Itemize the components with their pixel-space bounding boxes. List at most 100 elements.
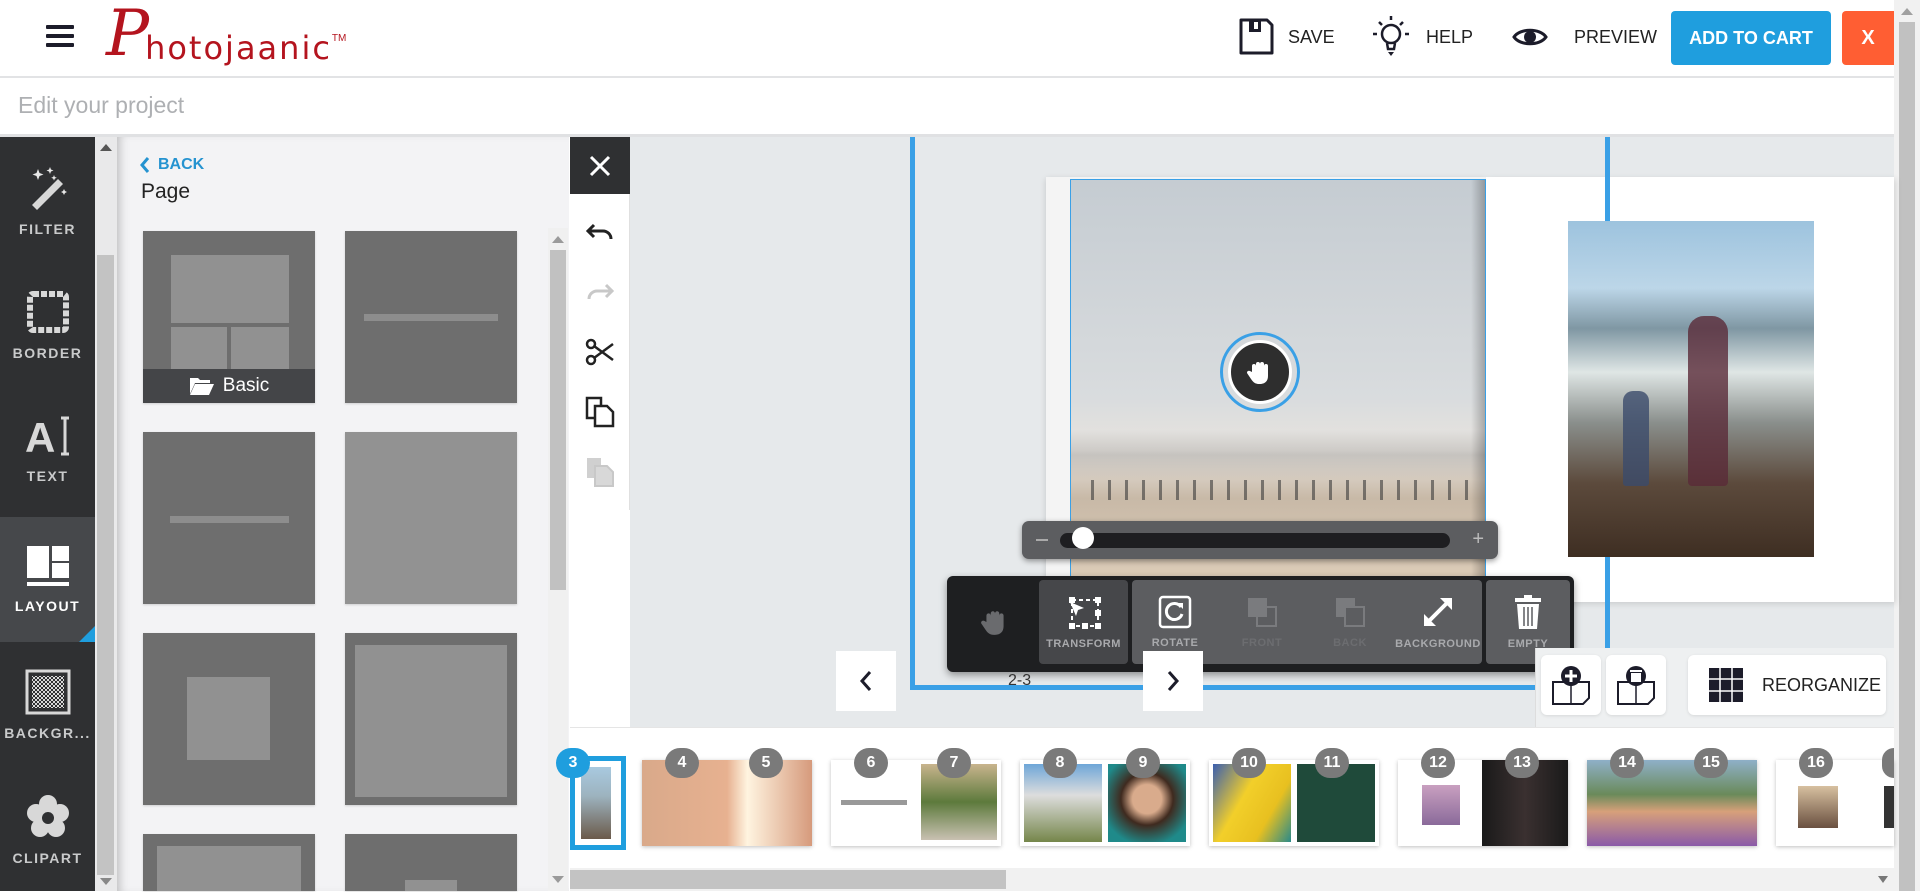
page-badge: 14 — [1610, 748, 1644, 778]
copy-button[interactable] — [570, 382, 630, 442]
magic-wand-icon — [31, 166, 67, 210]
rail-item-background[interactable]: BACKGR... — [0, 642, 95, 767]
preview-button[interactable]: PREVIEW — [1512, 14, 1657, 60]
delete-page-button[interactable] — [1606, 655, 1666, 715]
page-badge — [1882, 748, 1894, 778]
zoom-out-icon[interactable] — [1036, 539, 1048, 541]
layout-tile-small-center[interactable] — [143, 633, 315, 805]
preview-label: PREVIEW — [1574, 26, 1658, 47]
rotate-icon — [1158, 595, 1192, 629]
help-button[interactable]: HELP — [1370, 14, 1473, 60]
paste-icon — [587, 458, 614, 487]
help-label: HELP — [1426, 26, 1474, 47]
rail-scrollbar[interactable] — [95, 137, 117, 891]
add-to-cart-button[interactable]: ADD TO CART — [1671, 11, 1831, 65]
layout-tile[interactable] — [143, 834, 315, 891]
background-label: BACKGROUND — [1395, 638, 1481, 650]
thumb-spread-6-7[interactable] — [831, 760, 1001, 846]
category-name: Basic — [222, 375, 270, 396]
previous-page-button[interactable] — [836, 651, 896, 711]
strip-scrollbar[interactable] — [570, 868, 1894, 891]
close-panel-button[interactable] — [570, 137, 630, 194]
layout-tile-full[interactable] — [345, 432, 517, 604]
rail-item-layout[interactable]: LAYOUT — [0, 517, 95, 642]
layout-tile-large-inset[interactable] — [345, 633, 517, 805]
layout-tile-text-middle[interactable] — [143, 432, 315, 604]
trash-icon — [1515, 595, 1541, 629]
back-label: BACK — [158, 156, 205, 173]
hand-icon — [1246, 362, 1268, 384]
send-back-button[interactable]: BACK — [1306, 580, 1394, 664]
rail-item-border[interactable]: BORDER — [0, 262, 95, 387]
rail-label: BACKGR... — [4, 724, 91, 741]
layout-icon — [26, 545, 69, 586]
save-label: SAVE — [1288, 26, 1335, 47]
grid-icon — [1709, 668, 1743, 702]
redo-button[interactable] — [570, 262, 630, 322]
pan-handle[interactable] — [1220, 332, 1300, 412]
zoom-in-icon[interactable]: + — [1472, 529, 1484, 549]
checkerboard-icon — [25, 669, 70, 714]
undo-icon — [586, 223, 613, 240]
hamburger-menu-icon[interactable] — [44, 20, 76, 52]
paste-button[interactable] — [570, 442, 630, 502]
rail-item-text[interactable]: A TEXT — [0, 387, 95, 512]
cut-button[interactable] — [570, 322, 630, 382]
text-cursor-icon: A — [25, 416, 69, 458]
add-page-button[interactable] — [1541, 655, 1601, 715]
thumb-spread-16-17[interactable] — [1776, 760, 1894, 846]
layout-tile-text-top[interactable] — [345, 231, 517, 403]
logo-trademark: TM — [331, 33, 347, 44]
transform-label: TRANSFORM — [1046, 638, 1121, 650]
thumb-spread-8-9[interactable] — [1020, 760, 1190, 846]
rail-item-filter[interactable]: FILTER — [0, 137, 95, 262]
thumb-spread-14-15[interactable] — [1587, 760, 1757, 846]
bring-front-icon — [1248, 598, 1277, 627]
layout-category-label[interactable]: Basic — [143, 369, 315, 403]
chevron-left-icon — [859, 671, 872, 691]
edit-tools — [570, 194, 630, 510]
background-button[interactable]: BACKGROUND — [1394, 580, 1482, 664]
page-badge: 12 — [1421, 748, 1455, 778]
layout-tile-collage[interactable]: Basic — [143, 231, 315, 403]
hand-icon — [981, 611, 1004, 635]
panel-scrollbar[interactable] — [548, 228, 568, 891]
logo-initial: P — [106, 0, 150, 71]
brand-logo[interactable]: P hotojaanic TM — [106, 2, 346, 74]
zoom-track[interactable] — [1060, 533, 1450, 548]
rail-item-clipart[interactable]: CLIPART — [0, 767, 95, 892]
pan-tool-button[interactable] — [951, 580, 1039, 664]
rail-label: TEXT — [26, 467, 69, 484]
redo-icon — [587, 283, 614, 300]
add-page-icon — [1552, 666, 1590, 705]
page-scrollbar[interactable] — [1894, 0, 1920, 891]
send-back-icon — [1336, 598, 1365, 627]
thumb-spread-4-5[interactable] — [642, 760, 812, 846]
next-page-button[interactable] — [1143, 651, 1203, 711]
chevron-left-icon — [140, 157, 150, 173]
photo-father-son-beach[interactable] — [1568, 221, 1814, 557]
transform-icon — [1068, 597, 1101, 629]
bring-front-button[interactable]: FRONT — [1218, 580, 1306, 664]
layout-tile[interactable] — [345, 834, 517, 891]
svg-text:A: A — [25, 416, 57, 458]
close-editor-button[interactable]: X — [1842, 11, 1894, 65]
undo-button[interactable] — [570, 202, 630, 262]
eye-icon — [1512, 28, 1548, 46]
save-button[interactable]: SAVE — [1238, 14, 1335, 60]
page-badge: 15 — [1694, 748, 1728, 778]
page-badge: 7 — [937, 748, 971, 778]
reorganize-button[interactable]: REORGANIZE — [1688, 655, 1886, 715]
reorganize-label: REORGANIZE — [1762, 674, 1882, 695]
folder-open-icon — [189, 378, 214, 395]
rail-label: LAYOUT — [14, 597, 81, 614]
zoom-slider[interactable]: + — [1022, 521, 1498, 559]
back-link[interactable]: BACK — [140, 156, 204, 174]
thumb-spread-12-13[interactable] — [1398, 760, 1568, 846]
photo-toolbar: TRANSFORM ROTATE FRONT BACK BACKGROUND E… — [947, 576, 1574, 672]
page-badge: 10 — [1232, 748, 1266, 778]
transform-button[interactable]: TRANSFORM — [1039, 580, 1128, 664]
thumb-spread-10-11[interactable] — [1209, 760, 1379, 846]
page-subtitle: Edit your project — [18, 92, 185, 118]
scissors-icon — [585, 338, 614, 366]
